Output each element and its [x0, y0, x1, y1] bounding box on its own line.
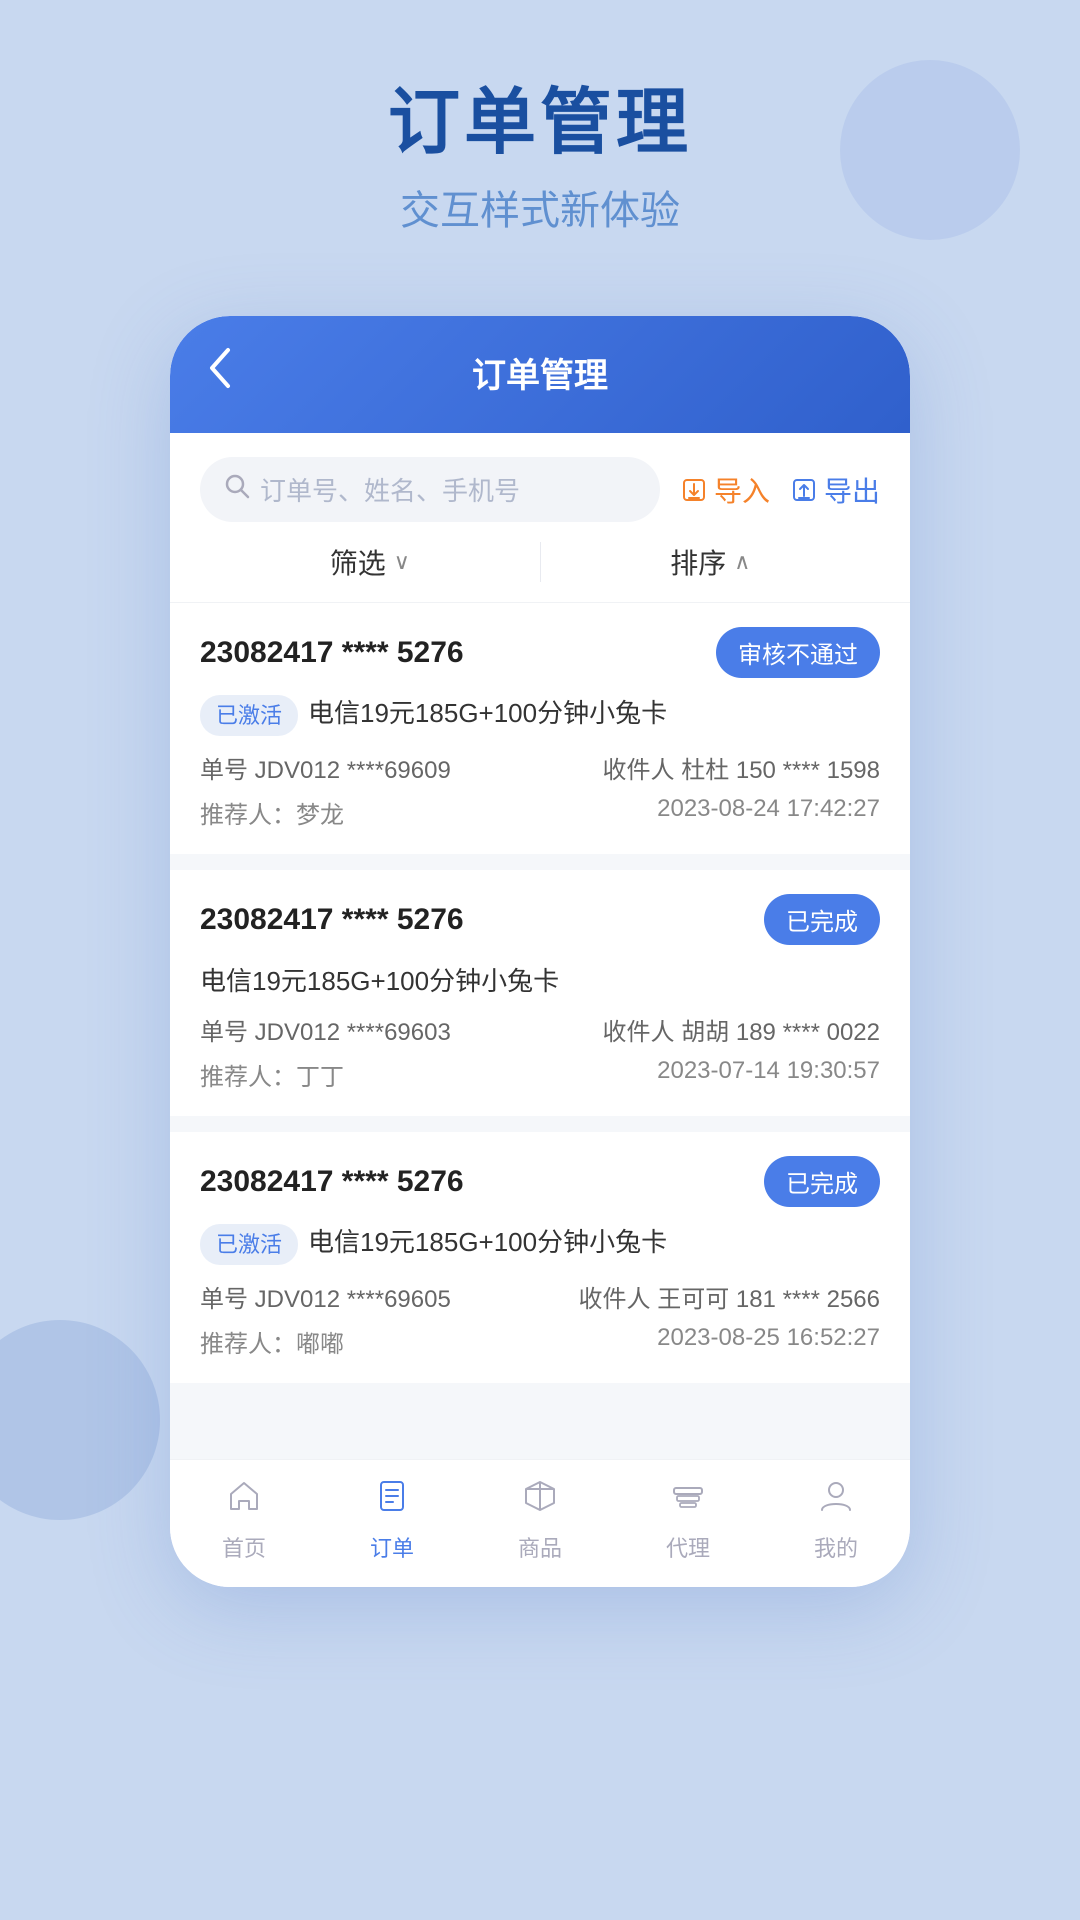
order-card-header: 23082417 **** 5276 已完成 [200, 1156, 880, 1207]
page-header: 订单管理 交互样式新体验 [0, 0, 1080, 276]
order-detail-row: 单号 JDV012 ****69603 收件人 胡胡 189 **** 0022 [200, 1012, 880, 1047]
agent-icon [670, 1478, 706, 1523]
filter-sort-bar: 筛选 ∨ 排序 ∧ [170, 522, 910, 603]
bottom-nav: 首页 订单 商品 [170, 1459, 910, 1587]
status-badge: 已完成 [764, 1156, 880, 1207]
filter-chevron-icon: ∨ [394, 549, 410, 575]
phone-header: 订单管理 [170, 316, 910, 433]
activated-tag: 已激活 [200, 695, 298, 736]
nav-item-mine[interactable]: 我的 [762, 1478, 910, 1563]
phone-screen-title: 订单管理 [472, 348, 608, 397]
order-card-header: 23082417 **** 5276 已完成 [200, 894, 880, 945]
search-area: 订单号、姓名、手机号 导入 导出 [170, 433, 910, 522]
page-title: 订单管理 [0, 80, 1080, 166]
import-button[interactable]: 导入 [680, 470, 770, 510]
order-detail-row: 单号 JDV012 ****69605 收件人 王可可 181 **** 256… [200, 1279, 880, 1314]
order-datetime: 2023-07-14 19:30:57 [657, 1057, 880, 1092]
order-footer-row: 推荐人：梦龙 2023-08-24 17:42:27 [200, 795, 880, 830]
order-icon [374, 1478, 410, 1523]
list-bottom-space [170, 1399, 910, 1459]
order-card[interactable]: 23082417 **** 5276 已完成 电信19元185G+100分钟小兔… [170, 870, 910, 1116]
back-button[interactable] [206, 346, 234, 399]
nav-label-home: 首页 [222, 1531, 266, 1563]
page-subtitle: 交互样式新体验 [0, 178, 1080, 236]
sort-label: 排序 [670, 542, 726, 582]
nav-item-product[interactable]: 商品 [466, 1478, 614, 1563]
search-placeholder: 订单号、姓名、手机号 [260, 471, 520, 508]
sort-chevron-icon: ∧ [734, 549, 750, 575]
referrer: 推荐人：嘟嘟 [200, 1324, 344, 1359]
home-icon [226, 1478, 262, 1523]
search-input-wrap[interactable]: 订单号、姓名、手机号 [200, 457, 660, 522]
product-name: 已激活电信19元185G+100分钟小兔卡 [200, 694, 880, 736]
order-number: 23082417 **** 5276 [200, 903, 464, 937]
nav-label-agent: 代理 [666, 1531, 710, 1563]
export-button[interactable]: 导出 [790, 470, 880, 510]
nav-label-product: 商品 [518, 1531, 562, 1563]
jd-order-number: 单号 JDV012 ****69603 [200, 1012, 451, 1047]
jd-order-number: 单号 JDV012 ****69605 [200, 1279, 451, 1314]
order-datetime: 2023-08-25 16:52:27 [657, 1324, 880, 1359]
nav-item-order[interactable]: 订单 [318, 1478, 466, 1563]
order-card[interactable]: 23082417 **** 5276 审核不通过 已激活电信19元185G+10… [170, 603, 910, 854]
order-card[interactable]: 23082417 **** 5276 已完成 已激活电信19元185G+100分… [170, 1132, 910, 1383]
order-number: 23082417 **** 5276 [200, 636, 464, 670]
recipient-info: 收件人 王可可 181 **** 2566 [579, 1279, 880, 1314]
order-number: 23082417 **** 5276 [200, 1165, 464, 1199]
activated-tag: 已激活 [200, 1224, 298, 1265]
filter-label: 筛选 [330, 542, 386, 582]
status-badge: 已完成 [764, 894, 880, 945]
product-name: 已激活电信19元185G+100分钟小兔卡 [200, 1223, 880, 1265]
order-datetime: 2023-08-24 17:42:27 [657, 795, 880, 830]
order-card-header: 23082417 **** 5276 审核不通过 [200, 627, 880, 678]
order-detail-row: 单号 JDV012 ****69609 收件人 杜杜 150 **** 1598 [200, 750, 880, 785]
sort-button[interactable]: 排序 ∧ [541, 542, 881, 582]
phone-mockup: 订单管理 订单号、姓名、手机号 导入 [170, 316, 910, 1586]
order-list: 23082417 **** 5276 审核不通过 已激活电信19元185G+10… [170, 603, 910, 1458]
referrer: 推荐人：丁丁 [200, 1057, 344, 1092]
import-label: 导入 [714, 470, 770, 510]
product-icon [522, 1478, 558, 1523]
nav-item-home[interactable]: 首页 [170, 1478, 318, 1563]
referrer: 推荐人：梦龙 [200, 795, 344, 830]
order-footer-row: 推荐人：丁丁 2023-07-14 19:30:57 [200, 1057, 880, 1092]
mine-icon [818, 1478, 854, 1523]
recipient-info: 收件人 胡胡 189 **** 0022 [603, 1012, 880, 1047]
recipient-info: 收件人 杜杜 150 **** 1598 [603, 750, 880, 785]
product-name: 电信19元185G+100分钟小兔卡 [200, 961, 880, 998]
status-badge: 审核不通过 [716, 627, 880, 678]
search-icon [224, 473, 250, 506]
nav-label-order: 订单 [370, 1531, 414, 1563]
order-footer-row: 推荐人：嘟嘟 2023-08-25 16:52:27 [200, 1324, 880, 1359]
jd-order-number: 单号 JDV012 ****69609 [200, 750, 451, 785]
nav-label-mine: 我的 [814, 1531, 858, 1563]
nav-item-agent[interactable]: 代理 [614, 1478, 762, 1563]
bg-circle-bottom-left [0, 1320, 160, 1520]
filter-button[interactable]: 筛选 ∨ [200, 542, 541, 582]
export-label: 导出 [824, 470, 880, 510]
